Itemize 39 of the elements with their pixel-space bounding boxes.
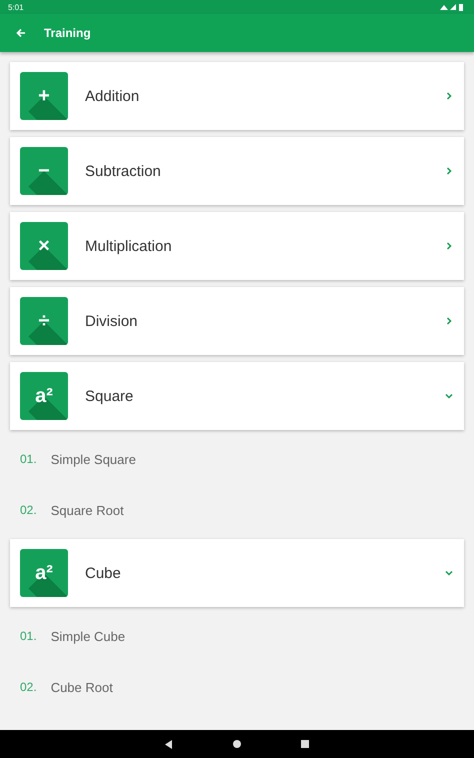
topic-label: Cube [85, 564, 122, 582]
topic-card[interactable]: a² Cube [10, 539, 464, 607]
chevron-icon [444, 166, 454, 176]
topic-icon: − [20, 147, 68, 195]
topic-card[interactable]: − Subtraction [10, 137, 464, 205]
topic-card[interactable]: a² Square [10, 362, 464, 430]
chevron-icon [444, 316, 454, 326]
topic-label: Multiplication [85, 238, 173, 254]
subtopic-label: Simple Cube [50, 628, 126, 644]
topic-label: Subtraction [85, 162, 162, 180]
subtopic-number: 01. [20, 629, 37, 643]
subtopic-number: 01. [20, 452, 37, 466]
screen-title: Training [44, 26, 91, 40]
chevron-icon [444, 91, 454, 101]
back-button[interactable] [16, 28, 26, 38]
home-nav-icon[interactable] [233, 740, 241, 748]
topic-icon: a² [20, 372, 68, 420]
topic-label: Division [85, 312, 139, 330]
chevron-icon [444, 241, 454, 251]
subtopic-item[interactable]: 01. Simple Square [10, 437, 464, 481]
topic-icon: + [20, 72, 68, 120]
back-nav-icon[interactable] [165, 740, 173, 748]
subtopic-number: 02. [20, 503, 37, 517]
status-time: 5:01 [8, 2, 24, 12]
subtopic-item[interactable]: 01. Simple Cube [10, 614, 464, 658]
topic-icon: ÷ [20, 297, 68, 345]
subtopic-label: Simple Square [50, 452, 136, 466]
subtopic-number: 02. [20, 680, 37, 694]
topic-icon: × [20, 222, 68, 270]
subtopic-label: Cube Root [50, 680, 113, 694]
topic-label: Square [85, 388, 134, 404]
topic-label: Addition [85, 88, 140, 104]
topic-card[interactable]: ÷ Division [10, 287, 464, 355]
subtopic-label: Square Root [50, 502, 124, 518]
subtopic-item[interactable]: 02. Cube Root [10, 665, 464, 709]
subtopic-item[interactable]: 02. Square Root [10, 488, 464, 532]
topic-icon: a² [20, 549, 68, 597]
topic-card[interactable]: × Multiplication [10, 212, 464, 280]
topic-card[interactable]: + Addition [10, 62, 464, 130]
